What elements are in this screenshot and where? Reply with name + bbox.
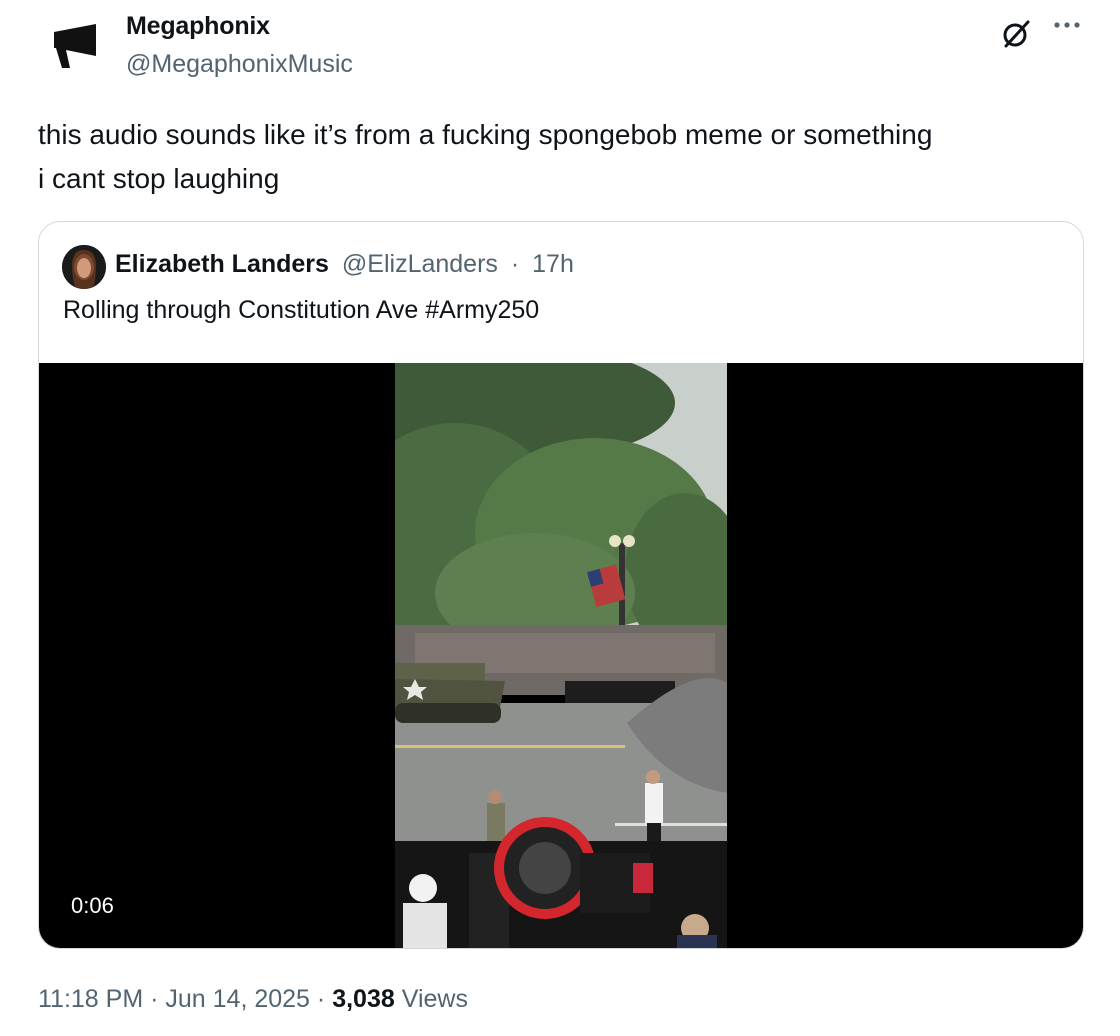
video-thumbnail [395, 363, 727, 948]
quote-text: Rolling through Constitution Ave #Army25… [63, 296, 540, 324]
tweet-text: this audio sounds like it’s from a fucki… [38, 113, 1098, 201]
tweet-meta: 11:18 PM · Jun 14, 2025 · 3,038 Views [38, 985, 468, 1014]
quote-separator: · [510, 250, 520, 278]
more-dots-icon[interactable] [1052, 18, 1082, 32]
video-duration: 0:06 [63, 890, 122, 922]
tweet-text-line-1: this audio sounds like it’s from a fucki… [38, 119, 933, 150]
quote-display-name[interactable]: Elizabeth Landers [115, 250, 329, 278]
meta-dot-2: · [316, 985, 326, 1013]
video-frame[interactable] [395, 363, 727, 948]
grok-icon[interactable] [1000, 18, 1032, 50]
video-player[interactable]: 0:06 [39, 363, 1083, 948]
tweet-text-line-2: i cant stop laughing [38, 163, 280, 194]
megaphone-icon[interactable] [48, 22, 104, 74]
meta-dot-1: · [150, 985, 159, 1013]
quote-handle[interactable]: @ElizLanders [342, 250, 498, 278]
author-display-name[interactable]: Megaphonix [126, 12, 270, 41]
quoted-tweet-card[interactable]: Elizabeth Landers @ElizLanders · 17h Rol… [38, 221, 1084, 949]
tweet-time[interactable]: 11:18 PM [38, 985, 143, 1013]
author-handle[interactable]: @MegaphonixMusic [126, 50, 353, 79]
quote-header: Elizabeth Landers @ElizLanders · 17h [115, 250, 574, 279]
tweet-date[interactable]: Jun 14, 2025 [165, 985, 310, 1013]
quote-avatar[interactable] [62, 245, 106, 289]
views-count[interactable]: 3,038 [332, 985, 395, 1013]
quote-age[interactable]: 17h [532, 250, 574, 278]
views-label[interactable]: Views [402, 985, 468, 1013]
